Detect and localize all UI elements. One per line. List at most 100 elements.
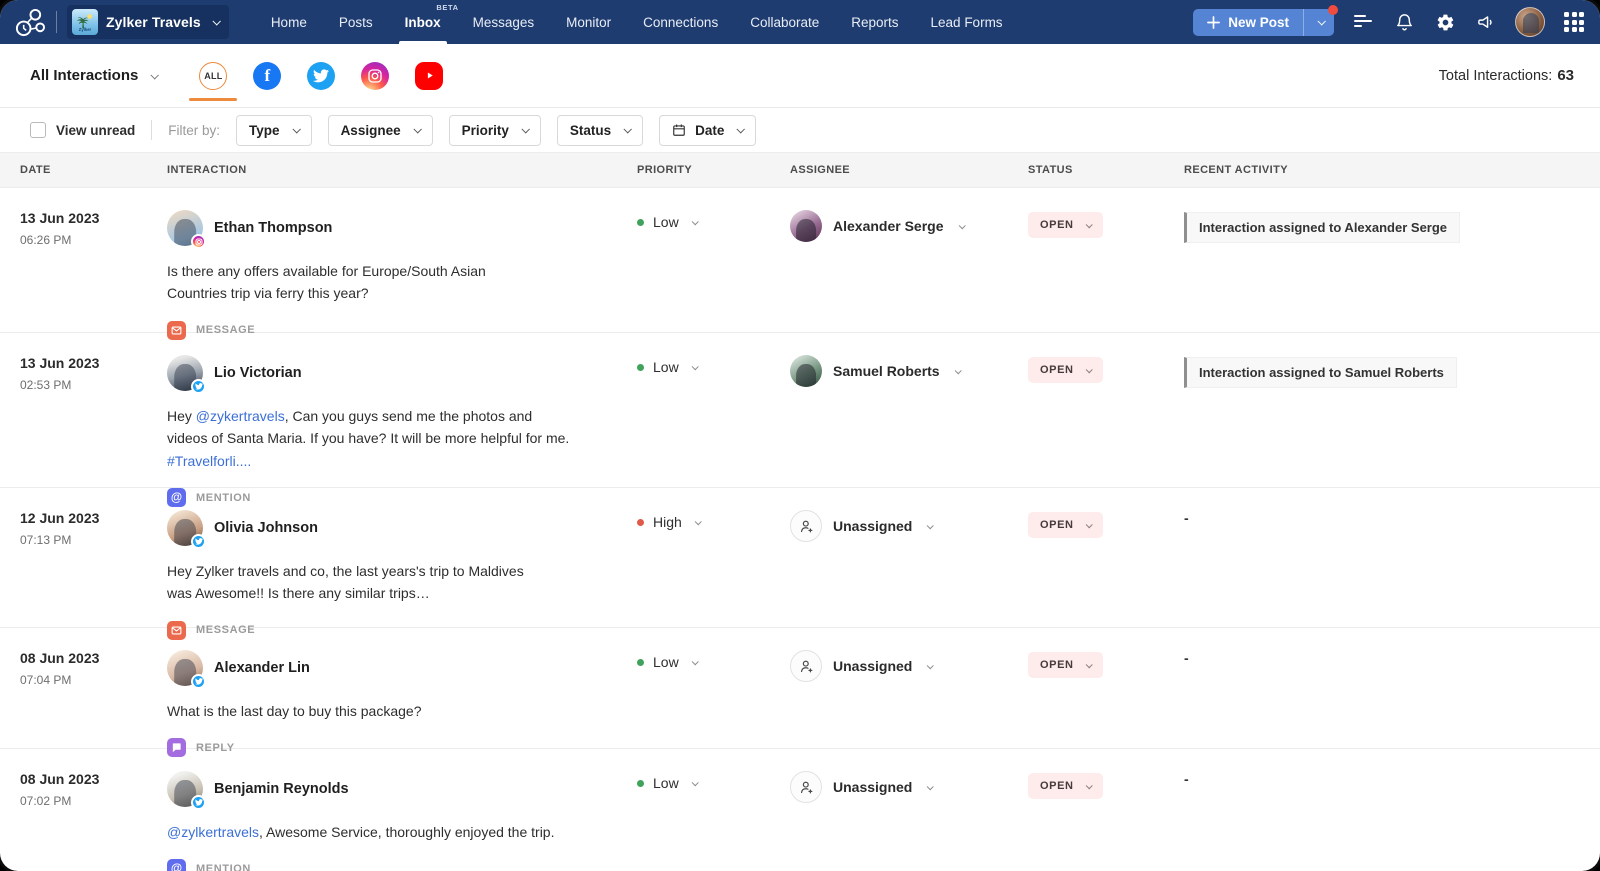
date-value: 08 Jun 2023 <box>20 650 167 666</box>
channel-filter-all[interactable]: ALL <box>199 62 227 90</box>
table-row[interactable]: 08 Jun 2023 07:04 PM Alexander Lin What … <box>0 628 1600 749</box>
time-value: 06:26 PM <box>20 233 167 247</box>
nav-item-monitor[interactable]: Monitor <box>550 0 627 44</box>
interaction-cell: Alexander Lin What is the last day to bu… <box>167 650 637 757</box>
recent-activity-text: - <box>1184 771 1189 787</box>
nav-item-connections[interactable]: Connections <box>627 0 734 44</box>
new-post-button[interactable]: New Post <box>1193 9 1304 36</box>
date-value: 12 Jun 2023 <box>20 510 167 526</box>
message-text: What is the last day to buy this package… <box>167 703 421 719</box>
priority-dropdown[interactable]: Low <box>637 214 790 230</box>
announcements-megaphone-icon[interactable] <box>1474 10 1498 34</box>
nav-item-messages[interactable]: Messages <box>457 0 551 44</box>
nav-item-lead-forms[interactable]: Lead Forms <box>915 0 1019 44</box>
brand-name: Zylker Travels <box>106 14 201 30</box>
type-filter-dropdown[interactable]: Type <box>236 115 312 146</box>
status-dropdown[interactable]: OPEN <box>1028 357 1103 383</box>
nav-item-inbox[interactable]: Inbox BETA <box>389 0 457 44</box>
status-dropdown[interactable]: OPEN <box>1028 212 1103 238</box>
message-text: , Awesome Service, thoroughly enjoyed th… <box>259 824 554 840</box>
assignee-dropdown[interactable]: Unassigned <box>790 510 1028 542</box>
table-row[interactable]: 13 Jun 2023 06:26 PM Ethan Thompson Is t… <box>0 188 1600 333</box>
interaction-message: Hey Zylker travels and co, the last year… <box>167 560 552 605</box>
unassigned-person-add-icon <box>790 771 822 803</box>
content-feed-icon[interactable] <box>1351 10 1375 34</box>
filter-by-label: Filter by: <box>168 123 220 138</box>
notifications-bell-icon[interactable] <box>1392 10 1416 34</box>
priority-dropdown[interactable]: Low <box>637 359 790 375</box>
chevron-down-icon <box>927 662 934 669</box>
settings-gear-icon[interactable] <box>1433 10 1457 34</box>
date-filter-dropdown[interactable]: Date <box>659 115 756 146</box>
mention-link[interactable]: @zylkertravels <box>167 824 259 840</box>
hashtag-link[interactable]: #Travelforli.... <box>167 450 572 472</box>
twitter-icon[interactable] <box>307 62 335 90</box>
main-navigation: Home Posts Inbox BETA Messages Monitor C… <box>255 0 1019 44</box>
zoho-social-logo-icon[interactable] <box>12 6 46 38</box>
youtube-icon[interactable] <box>415 62 443 90</box>
status-dropdown[interactable]: OPEN <box>1028 652 1103 678</box>
interaction-type-label: REPLY <box>196 742 235 754</box>
chevron-down-icon <box>413 125 421 133</box>
status-value: OPEN <box>1040 659 1074 671</box>
interaction-date: 08 Jun 2023 07:02 PM <box>20 771 167 871</box>
total-interactions-value: 63 <box>1557 67 1574 84</box>
author-avatar <box>167 210 203 246</box>
assignee-name: Unassigned <box>833 779 912 795</box>
status-filter-dropdown[interactable]: Status <box>557 115 643 146</box>
view-unread-checkbox[interactable] <box>30 122 46 138</box>
table-row[interactable]: 13 Jun 2023 02:53 PM Lio Victorian Hey @… <box>0 333 1600 488</box>
twitter-badge-icon <box>191 674 206 689</box>
nav-item-home[interactable]: Home <box>255 0 323 44</box>
brand-selector[interactable]: Zylker Zylker Travels <box>67 5 229 39</box>
table-row[interactable]: 12 Jun 2023 07:13 PM Olivia Johnson Hey … <box>0 488 1600 628</box>
user-avatar[interactable] <box>1515 7 1545 37</box>
nav-item-reports[interactable]: Reports <box>835 0 914 44</box>
priority-dropdown[interactable]: Low <box>637 654 790 670</box>
interactions-view-selector[interactable]: All Interactions <box>30 67 157 84</box>
priority-dropdown[interactable]: High <box>637 514 790 530</box>
nav-item-collaborate[interactable]: Collaborate <box>734 0 835 44</box>
status-dropdown[interactable]: OPEN <box>1028 512 1103 538</box>
message-text: Is there any offers available for Europe… <box>167 263 486 301</box>
app-window: Zylker Zylker Travels Home Posts Inbox B… <box>0 0 1600 871</box>
twitter-badge-icon <box>191 795 206 810</box>
plus-icon <box>1207 16 1220 29</box>
chevron-down-icon <box>521 125 529 133</box>
author-avatar <box>167 510 203 546</box>
table-header: DATE INTERACTION PRIORITY ASSIGNEE STATU… <box>0 152 1600 188</box>
view-unread-label: View unread <box>56 123 135 138</box>
chevron-down-icon <box>624 125 632 133</box>
message-text: Hey Zylker travels and co, the last year… <box>167 563 524 601</box>
column-header-interaction: INTERACTION <box>167 164 637 176</box>
mention-link[interactable]: @zykertravels <box>196 408 285 424</box>
facebook-icon[interactable]: f <box>253 62 281 90</box>
chevron-down-icon <box>1085 221 1092 228</box>
status-cell: OPEN <box>1028 210 1184 238</box>
status-dropdown[interactable]: OPEN <box>1028 773 1103 799</box>
recent-activity-cell: - <box>1184 510 1600 528</box>
priority-filter-dropdown[interactable]: Priority <box>449 115 541 146</box>
author-avatar <box>167 771 203 807</box>
status-cell: OPEN <box>1028 771 1184 799</box>
interactions-toolbar: All Interactions ALL f Total Interaction… <box>0 44 1600 108</box>
time-value: 02:53 PM <box>20 378 167 392</box>
table-row[interactable]: 08 Jun 2023 07:02 PM Benjamin Reynolds @… <box>0 749 1600 871</box>
interaction-cell: Lio Victorian Hey @zykertravels, Can you… <box>167 355 637 507</box>
assignee-dropdown[interactable]: Unassigned <box>790 771 1028 803</box>
author: Olivia Johnson <box>167 510 637 546</box>
assignee-dropdown[interactable]: Unassigned <box>790 650 1028 682</box>
nav-item-posts[interactable]: Posts <box>323 0 389 44</box>
interaction-date: 08 Jun 2023 07:04 PM <box>20 650 167 757</box>
interaction-cell: Benjamin Reynolds @zylkertravels, Awesom… <box>167 771 637 871</box>
message-type-icon <box>167 621 186 640</box>
priority-dropdown[interactable]: Low <box>637 775 790 791</box>
assignee-dropdown[interactable]: Samuel Roberts <box>790 355 1028 387</box>
apps-grid-icon[interactable] <box>1562 10 1586 34</box>
priority-dot-icon <box>637 519 644 526</box>
interaction-message: @zylkertravels, Awesome Service, thoroug… <box>167 821 607 843</box>
instagram-icon[interactable] <box>361 62 389 90</box>
recent-activity-cell: - <box>1184 771 1600 789</box>
assignee-dropdown[interactable]: Alexander Serge <box>790 210 1028 242</box>
assignee-filter-dropdown[interactable]: Assignee <box>328 115 433 146</box>
